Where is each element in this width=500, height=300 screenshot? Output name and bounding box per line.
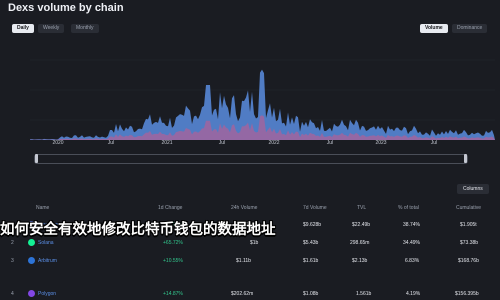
row-cum: $168.76b — [458, 258, 479, 264]
range-brush-left-handle[interactable] — [35, 154, 38, 163]
columns-select[interactable]: Columns — [457, 184, 489, 194]
tab-weekly[interactable]: Weekly — [38, 24, 65, 33]
tab-volume[interactable]: Volume — [420, 24, 448, 33]
row-pct: 34.49% — [403, 240, 420, 246]
row-tvl: 298.65m — [350, 240, 370, 246]
row-tvl: 1.561b — [356, 291, 372, 297]
x-tick-label: Jul — [430, 140, 438, 146]
row-name[interactable]: Polygon — [38, 291, 56, 297]
overlay-caption: 如何安全有效地修改比特币钱包的数据地址 — [0, 221, 276, 238]
tab-dominance[interactable]: Dominance — [452, 24, 488, 33]
row-cum: $73.38b — [460, 240, 479, 246]
x-tick-label: 2023 — [375, 140, 387, 146]
x-tick-label: Jul — [218, 140, 226, 146]
row-name[interactable]: Solana — [38, 240, 54, 246]
row-tvl: $2.13b — [352, 258, 368, 264]
tab-monthly[interactable]: Monthly — [71, 24, 99, 33]
x-tick-label: 2020 — [52, 140, 64, 146]
x-tick-label: Jul — [326, 140, 334, 146]
tab-daily[interactable]: Daily — [12, 24, 34, 33]
row-vol24: $202.62m — [231, 291, 254, 297]
row-rank: 2 — [11, 240, 14, 246]
x-tick-label: 2021 — [161, 140, 173, 146]
column-header-pct-total[interactable]: % of total — [398, 205, 419, 211]
dex-volume-panel: Dexs volume by chain Daily Weekly Monthl… — [0, 0, 500, 300]
x-tick-label: 2022 — [268, 140, 280, 146]
row-pct: 4.19% — [406, 291, 421, 297]
row-cum: $156.395b — [455, 291, 479, 297]
x-tick-label: Jul — [107, 140, 115, 146]
row-rank: 3 — [11, 258, 14, 264]
arbitrum-icon — [28, 257, 35, 264]
row-change: +10.55% — [163, 258, 183, 264]
polygon-icon — [28, 290, 35, 297]
page-title: Dexs volume by chain — [8, 2, 124, 14]
row-vol7d: $1.08b — [303, 291, 319, 297]
row-change: +65.72% — [163, 240, 183, 246]
range-brush-right-handle[interactable] — [464, 154, 467, 163]
column-header-24h-volume[interactable]: 24h Volume — [231, 205, 257, 211]
column-header-1d-change[interactable]: 1d Change — [158, 205, 182, 211]
column-header-name[interactable]: Name — [36, 205, 49, 211]
row-change: +14.87% — [163, 291, 183, 297]
column-header-cumulative[interactable]: Cumulative — [456, 205, 481, 211]
range-brush[interactable] — [34, 154, 468, 164]
column-header-tvl[interactable]: TVL — [357, 205, 366, 211]
row-rank: 4 — [11, 291, 14, 297]
solana-icon — [28, 239, 35, 246]
row-vol24: $1.11b — [236, 258, 251, 264]
volume-area-chart — [30, 59, 495, 140]
row-vol7d: $5.43b — [303, 240, 319, 246]
row-name[interactable]: Arbitrum — [38, 258, 57, 264]
row-vol7d: $1.61b — [303, 258, 319, 264]
row-pct: 6.83% — [405, 258, 420, 264]
column-header-7d-volume[interactable]: 7d Volume — [303, 205, 327, 211]
row-vol24: $1b — [250, 240, 259, 246]
